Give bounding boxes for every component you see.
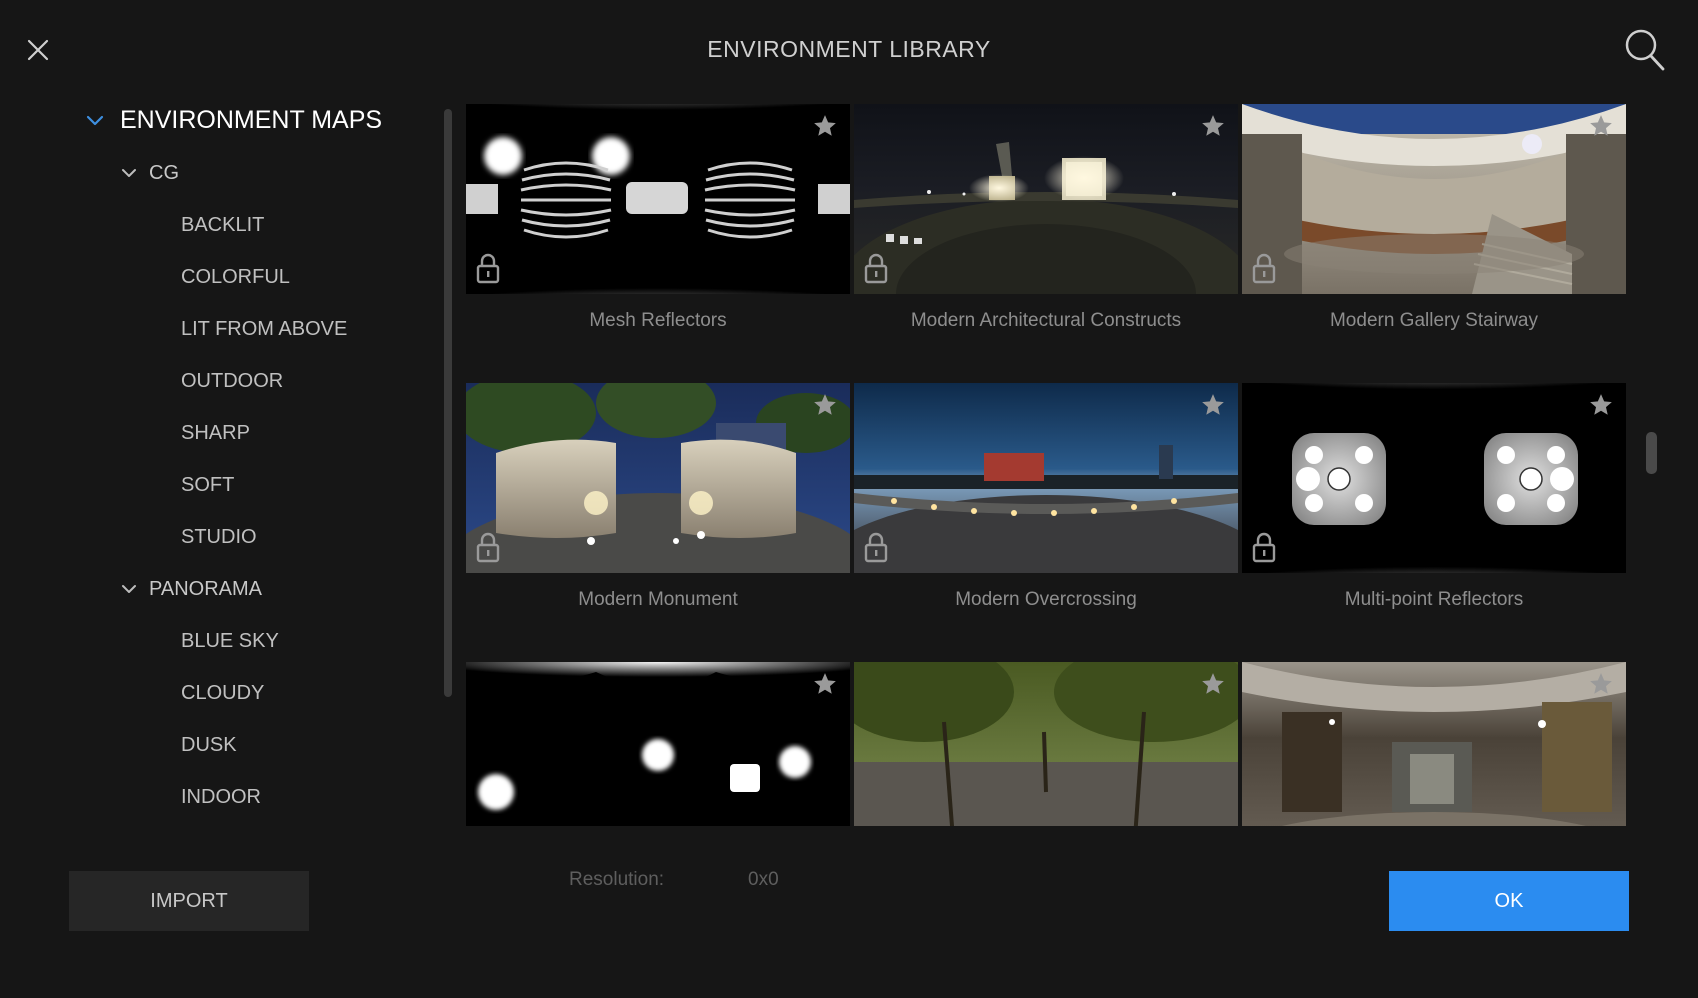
- tree-item-colorful[interactable]: COLORFUL: [181, 266, 290, 289]
- dialog-title: ENVIRONMENT LIBRARY: [707, 36, 991, 62]
- environment-card-modern-gallery-stairway[interactable]: Modern Gallery Stairway: [1242, 104, 1626, 332]
- multi-point-reflectors-image: [1242, 383, 1626, 573]
- favorite-star-icon[interactable]: [812, 113, 838, 139]
- environment-thumbnail[interactable]: [1242, 104, 1626, 294]
- search-icon: [1625, 29, 1665, 71]
- modern-overcrossing-image: [854, 383, 1238, 573]
- environment-card-modern-monument[interactable]: Modern Monument: [466, 383, 850, 611]
- resolution-value: 0x0: [748, 869, 779, 890]
- environment-name: Multi-point Reflectors: [1344, 589, 1524, 610]
- tree-item-dusk[interactable]: DUSK: [181, 734, 237, 757]
- environment-card[interactable]: [1242, 662, 1626, 826]
- lock-icon: [864, 532, 888, 563]
- favorite-star-icon[interactable]: [1588, 392, 1614, 418]
- favorite-star-icon[interactable]: [1588, 671, 1614, 697]
- environment-thumbnail[interactable]: [466, 662, 850, 826]
- environment-thumbnail[interactable]: [466, 383, 850, 573]
- modern-gallery-stairway-image: [1242, 104, 1626, 294]
- environment-card-mesh-reflectors[interactable]: Mesh Reflectors: [466, 104, 850, 332]
- environment-card-multi-point-reflectors[interactable]: Multi-point Reflectors: [1242, 383, 1626, 611]
- lock-icon: [1252, 532, 1276, 563]
- import-button[interactable]: IMPORT: [69, 871, 309, 931]
- tree-scrollbar[interactable]: [444, 109, 452, 697]
- tree-item-sharp[interactable]: SHARP: [181, 422, 250, 445]
- favorite-star-icon[interactable]: [1200, 392, 1226, 418]
- tree-item-lit-from-above[interactable]: LIT FROM ABOVE: [181, 318, 347, 341]
- environment-card-modern-overcrossing[interactable]: Modern Overcrossing: [854, 383, 1238, 611]
- lock-icon: [1252, 253, 1276, 284]
- chevron-down-icon: [86, 115, 104, 125]
- tree-item-indoor[interactable]: INDOOR: [181, 786, 261, 809]
- environment-image: [466, 662, 850, 826]
- environment-thumbnail[interactable]: [466, 104, 850, 294]
- environment-name: Mesh Reflectors: [589, 310, 727, 331]
- environment-thumbnail[interactable]: [1242, 383, 1626, 573]
- lock-icon: [864, 253, 888, 284]
- modern-architectural-constructs-image: [854, 104, 1238, 294]
- tree-group-label: CG: [149, 162, 179, 184]
- tree-item-cloudy[interactable]: CLOUDY: [181, 682, 264, 705]
- grid-scrollbar[interactable]: [1646, 432, 1657, 474]
- chevron-down-icon: [122, 169, 136, 177]
- chevron-down-icon: [122, 585, 136, 593]
- mesh-reflectors-image: [466, 104, 850, 294]
- environment-card[interactable]: [466, 662, 850, 826]
- environment-name: Modern Architectural Constructs: [910, 310, 1182, 331]
- resolution-label: Resolution:: [569, 869, 665, 890]
- environment-grid: Mesh Reflectors Modern Architectural Con…: [466, 104, 1628, 826]
- favorite-star-icon[interactable]: [1200, 113, 1226, 139]
- ok-button[interactable]: OK: [1389, 871, 1629, 931]
- environment-thumbnail[interactable]: [854, 662, 1238, 826]
- category-tree: ENVIRONMENT MAPS CG BACKLIT COLORFUL LIT…: [0, 96, 440, 824]
- tree-item-soft[interactable]: SOFT: [181, 474, 234, 497]
- tree-root-environment-maps[interactable]: ENVIRONMENT MAPS: [86, 106, 382, 135]
- environment-name: Modern Overcrossing: [955, 589, 1137, 610]
- environment-thumbnail[interactable]: [1242, 662, 1626, 826]
- environment-image: [854, 662, 1238, 826]
- favorite-star-icon[interactable]: [1588, 113, 1614, 139]
- tree-group-label: PANORAMA: [149, 578, 262, 600]
- environment-name: Modern Gallery Stairway: [1329, 310, 1539, 331]
- environment-thumbnail[interactable]: [854, 104, 1238, 294]
- environment-card[interactable]: [854, 662, 1238, 826]
- environment-card-modern-architectural-constructs[interactable]: Modern Architectural Constructs: [854, 104, 1238, 332]
- favorite-star-icon[interactable]: [1200, 671, 1226, 697]
- tree-group-cg[interactable]: CG: [121, 162, 179, 185]
- lock-icon: [476, 532, 500, 563]
- favorite-star-icon[interactable]: [812, 671, 838, 697]
- environment-thumbnail[interactable]: [854, 383, 1238, 573]
- environment-image: [1242, 662, 1626, 826]
- modern-monument-image: [466, 383, 850, 573]
- tree-group-panorama[interactable]: PANORAMA: [121, 578, 262, 601]
- search-button[interactable]: [1624, 28, 1666, 72]
- tree-item-studio[interactable]: STUDIO: [181, 526, 257, 549]
- lock-icon: [476, 253, 500, 284]
- tree-item-backlit[interactable]: BACKLIT: [181, 214, 264, 237]
- tree-item-blue-sky[interactable]: BLUE SKY: [181, 630, 279, 653]
- tree-item-outdoor[interactable]: OUTDOOR: [181, 370, 283, 393]
- environment-name: Modern Monument: [578, 589, 738, 610]
- favorite-star-icon[interactable]: [812, 392, 838, 418]
- tree-root-label: ENVIRONMENT MAPS: [120, 106, 383, 134]
